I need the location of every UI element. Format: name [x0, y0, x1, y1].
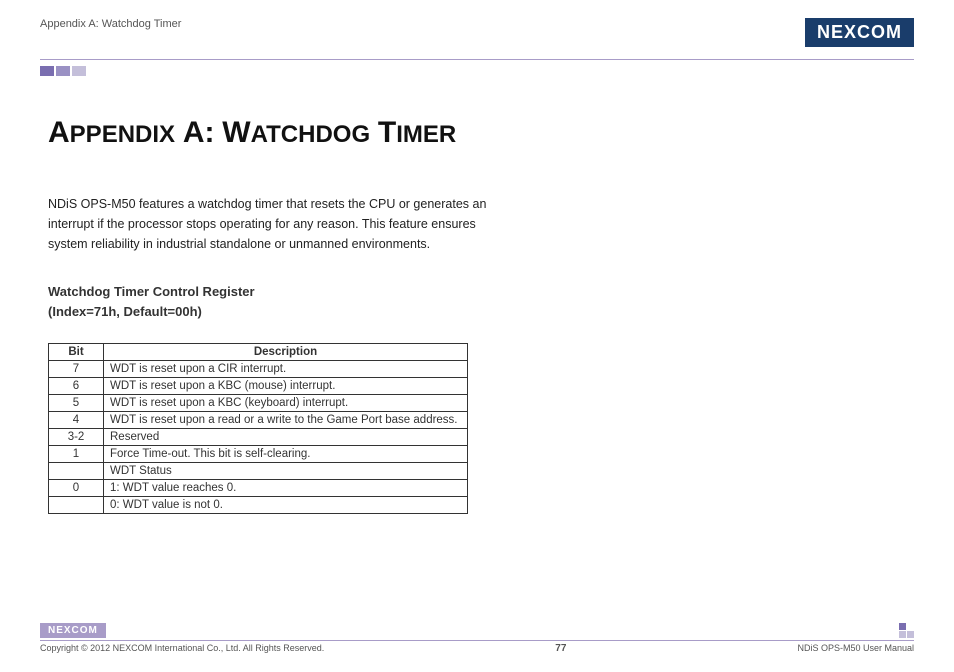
cell-bit: 6: [49, 378, 104, 395]
page-header: Appendix A: Watchdog Timer NEXCOM: [0, 0, 954, 47]
footer-divider: [40, 640, 914, 641]
table-row: 01: WDT value reaches 0.: [49, 480, 468, 497]
cell-bit: 5: [49, 395, 104, 412]
register-table: Bit Description 7WDT is reset upon a CIR…: [48, 343, 468, 514]
block-icon: [72, 66, 86, 76]
table-row: 3-2Reserved: [49, 429, 468, 446]
footer-logo: NEXCOM: [40, 623, 106, 638]
col-header-bit: Bit: [49, 344, 104, 361]
copyright-text: Copyright © 2012 NEXCOM International Co…: [40, 643, 324, 654]
cell-desc: Force Time-out. This bit is self-clearin…: [104, 446, 468, 463]
decorative-blocks: [40, 66, 954, 76]
cell-desc: WDT is reset upon a read or a write to t…: [104, 412, 468, 429]
register-title-line2: (Index=71h, Default=00h): [48, 302, 894, 322]
cell-bit: 7: [49, 361, 104, 378]
cell-bit: 0: [49, 480, 104, 497]
cell-bit: 3-2: [49, 429, 104, 446]
table-header-row: Bit Description: [49, 344, 468, 361]
cell-bit: 1: [49, 446, 104, 463]
cell-desc: Reserved: [104, 429, 468, 446]
table-row: 0: WDT value is not 0.: [49, 497, 468, 514]
col-header-desc: Description: [104, 344, 468, 361]
cell-desc: 1: WDT value reaches 0.: [104, 480, 468, 497]
table-row: 1Force Time-out. This bit is self-cleari…: [49, 446, 468, 463]
register-title-line1: Watchdog Timer Control Register: [48, 282, 894, 302]
company-logo: NEXCOM: [805, 18, 914, 47]
decorative-corner-icon: [899, 623, 914, 638]
table-row: 7WDT is reset upon a CIR interrupt.: [49, 361, 468, 378]
table-row: 5WDT is reset upon a KBC (keyboard) inte…: [49, 395, 468, 412]
cell-desc: WDT is reset upon a KBC (keyboard) inter…: [104, 395, 468, 412]
block-icon: [56, 66, 70, 76]
table-row: 6WDT is reset upon a KBC (mouse) interru…: [49, 378, 468, 395]
appendix-title: APPENDIX A: WATCHDOG TIMER: [48, 116, 894, 150]
cell-desc: WDT is reset upon a CIR interrupt.: [104, 361, 468, 378]
cell-bit: 4: [49, 412, 104, 429]
cell-bit: [49, 463, 104, 480]
block-icon: [40, 66, 54, 76]
intro-paragraph: NDiS OPS-M50 features a watchdog timer t…: [48, 194, 508, 254]
table-row: WDT Status: [49, 463, 468, 480]
page-footer: NEXCOM Copyright © 2012 NEXCOM Internati…: [40, 623, 914, 654]
doc-title: NDiS OPS-M50 User Manual: [797, 643, 914, 654]
main-content: APPENDIX A: WATCHDOG TIMER NDiS OPS-M50 …: [0, 76, 954, 514]
header-divider: [40, 59, 914, 60]
header-title: Appendix A: Watchdog Timer: [40, 18, 181, 30]
cell-bit: [49, 497, 104, 514]
table-row: 4WDT is reset upon a read or a write to …: [49, 412, 468, 429]
cell-desc: WDT Status: [104, 463, 468, 480]
sq-icon: [899, 631, 906, 638]
sq-icon: [907, 631, 914, 638]
sq-icon: [899, 623, 906, 630]
page-number: 77: [555, 643, 566, 654]
cell-desc: 0: WDT value is not 0.: [104, 497, 468, 514]
register-section-title: Watchdog Timer Control Register (Index=7…: [48, 282, 894, 321]
cell-desc: WDT is reset upon a KBC (mouse) interrup…: [104, 378, 468, 395]
